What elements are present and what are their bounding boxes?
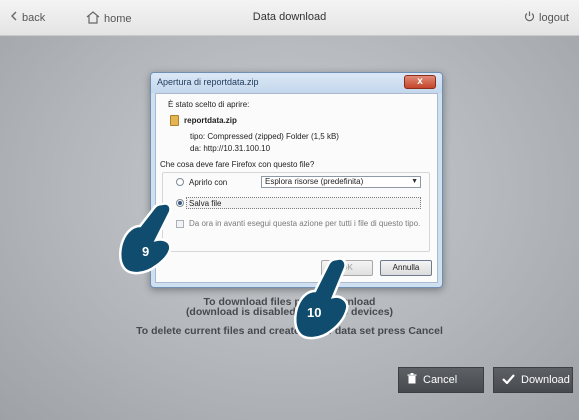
home-button[interactable]: home: [86, 11, 132, 27]
power-icon: [524, 11, 535, 25]
hand-pointer-icon: 10: [285, 255, 359, 345]
hand-pointer-icon: 9: [112, 200, 184, 280]
back-button[interactable]: back: [10, 11, 45, 24]
cancel-label: Cancel: [423, 374, 458, 386]
home-icon: [86, 11, 100, 27]
chevron-left-icon: [10, 11, 18, 24]
file-name: reportdata.zip: [184, 116, 237, 125]
opened-text: È stato scelto di aprire:: [168, 100, 250, 109]
file-source: da: http://10.31.100.10: [190, 144, 271, 153]
trash-icon: [407, 373, 417, 387]
step-number: 10: [307, 305, 322, 320]
cancel-button[interactable]: Cancel: [398, 367, 484, 393]
open-with-label: Aprirlo con: [189, 178, 228, 187]
open-with-radio[interactable]: [176, 178, 184, 186]
home-label: home: [104, 13, 132, 25]
zip-file-icon: [170, 115, 179, 126]
open-with-select[interactable]: Esplora risorse (predefinita) ▼: [261, 176, 421, 188]
download-label: Download: [521, 374, 570, 386]
logout-label: logout: [539, 12, 569, 24]
dialog-title: Apertura di reportdata.zip: [157, 77, 259, 87]
open-with-value: Esplora risorse (predefinita): [265, 177, 364, 186]
download-button[interactable]: Download: [493, 367, 573, 393]
close-button[interactable]: x: [404, 75, 436, 89]
annulla-button[interactable]: Annulla: [380, 260, 432, 276]
back-label: back: [22, 11, 46, 24]
logout-button[interactable]: logout: [524, 11, 569, 25]
top-bar: back home Data download logout: [0, 0, 579, 36]
always-do-label: Da ora in avanti esegui questa azione pe…: [189, 219, 421, 228]
file-type: tipo: Compressed (zipped) Folder (1,5 kB…: [190, 132, 339, 141]
step-number: 9: [142, 244, 150, 259]
dropdown-arrow-icon: ▼: [411, 178, 418, 185]
save-file-label[interactable]: Salva file: [189, 199, 221, 208]
action-question: Che cosa deve fare Firefox con questo fi…: [160, 160, 315, 169]
checkmark-icon: [502, 373, 515, 387]
dialog-titlebar: Apertura di reportdata.zip x: [151, 73, 442, 93]
